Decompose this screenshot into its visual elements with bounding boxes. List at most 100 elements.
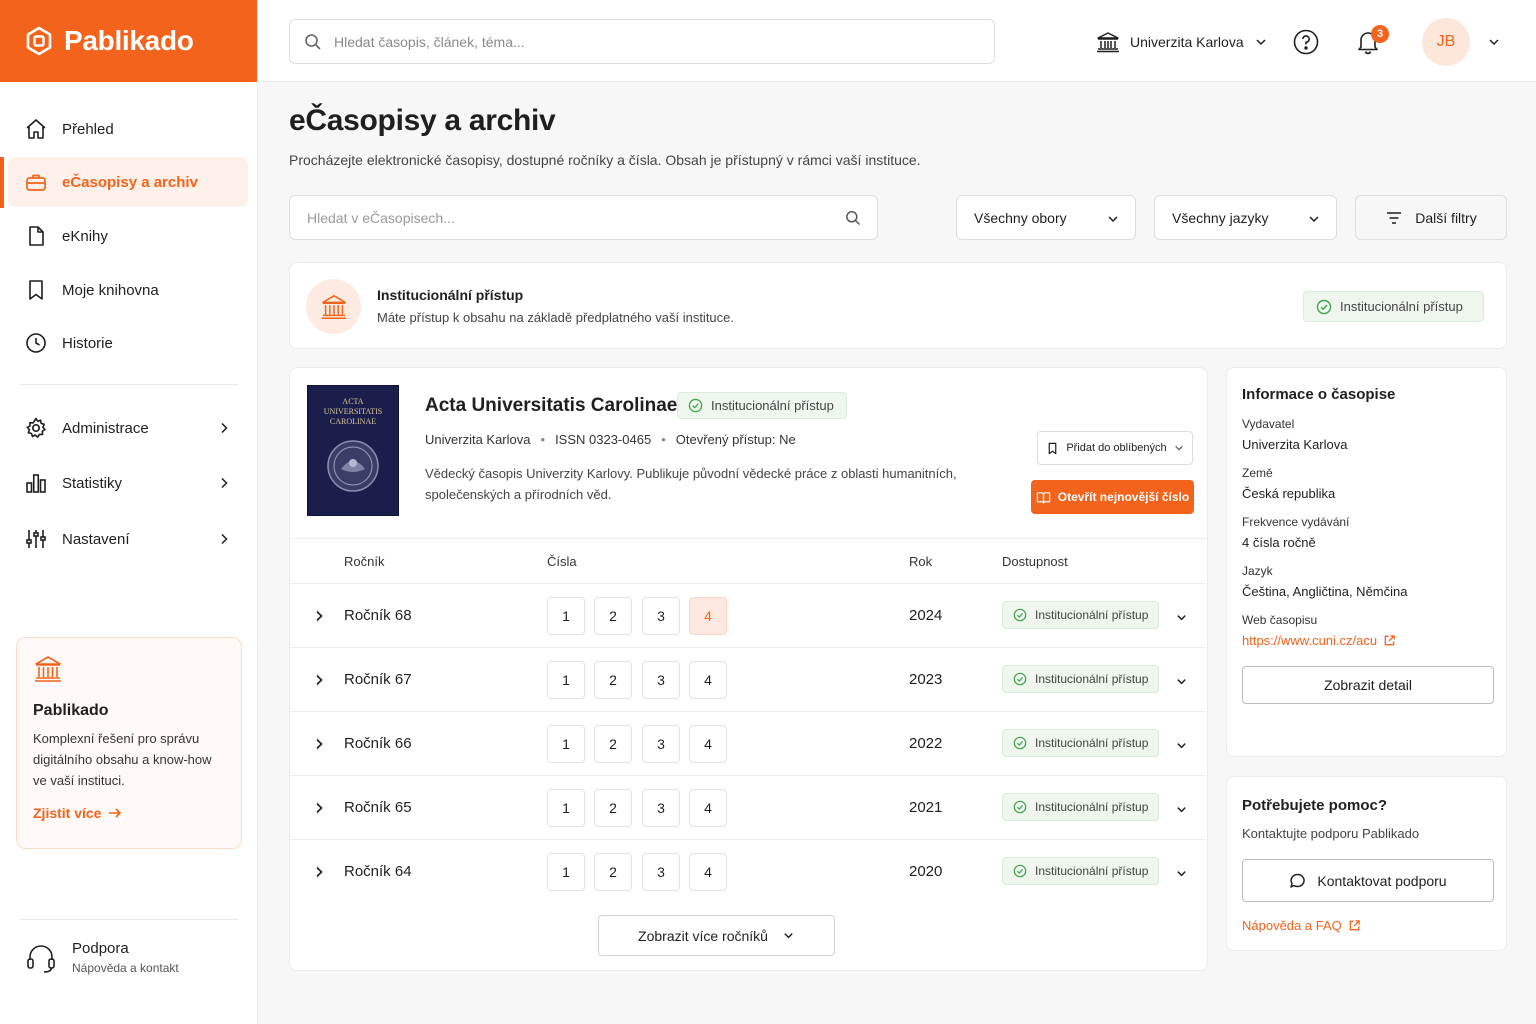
issue-button[interactable]: 2 (594, 725, 632, 763)
sidebar-item-nastaveni[interactable]: Nastavení (8, 514, 248, 564)
sidebar-item-moje-knihovna[interactable]: Moje knihovna (8, 265, 248, 315)
issue-button[interactable]: 2 (594, 597, 632, 635)
volume-access-label: Institucionální přístup (1035, 608, 1149, 622)
top-bar: Hledat časopis, článek, téma... Univerzi… (258, 0, 1536, 82)
field-filter-value: Všechny obory (974, 209, 1067, 226)
issue-button[interactable]: 4 (689, 853, 727, 891)
institution-select[interactable]: Univerzita Karlova (1096, 30, 1268, 54)
journal-title[interactable]: Acta Universitatis Carolinae (425, 395, 677, 417)
issue-button[interactable]: 3 (642, 789, 680, 827)
chevron-down-icon[interactable] (1175, 675, 1188, 688)
issue-button[interactable]: 4 (689, 789, 727, 827)
chevron-down-icon[interactable] (1175, 803, 1188, 816)
volume-access-label: Institucionální přístup (1035, 864, 1149, 878)
institution-name: Univerzita Karlova (1130, 34, 1244, 50)
journal-info-panel: Informace o časopise Vydavatel Univerzit… (1226, 367, 1507, 757)
global-search-input[interactable]: Hledat časopis, článek, téma... (289, 19, 995, 64)
sidebar-item-statistiky[interactable]: Statistiky (8, 458, 248, 508)
support-link[interactable]: Podpora Nápověda a kontakt (24, 940, 179, 975)
add-favorite-label: Přidat do oblíbených (1066, 442, 1167, 454)
sidebar-item-label: Statistiky (62, 474, 123, 492)
sidebar-item-eknihy[interactable]: eKnihy (8, 211, 248, 261)
add-favorite-button[interactable]: Přidat do oblíbených (1037, 431, 1193, 465)
volume-label: Ročník 66 (344, 735, 412, 752)
info-value: 4 čísla ročně (1242, 535, 1316, 550)
chevron-down-icon[interactable] (1175, 739, 1188, 752)
sidebar-divider (20, 384, 238, 385)
issue-button[interactable]: 3 (642, 853, 680, 891)
volume-year: 2022 (909, 735, 943, 752)
issue-button[interactable]: 2 (594, 853, 632, 891)
issue-button[interactable]: 1 (547, 661, 585, 699)
cover-line: ACTA (342, 397, 364, 406)
sidebar-item-historie[interactable]: Historie (8, 318, 248, 368)
promo-link[interactable]: Zjistit více (33, 805, 225, 821)
faq-link[interactable]: Nápověda a FAQ (1242, 918, 1491, 933)
open-book-icon (1036, 490, 1051, 505)
promo-text: Komplexní řešení pro správu digitálního … (33, 731, 212, 788)
chevron-down-icon[interactable] (1175, 611, 1188, 624)
chevron-right-icon[interactable] (312, 673, 326, 687)
volume-access-badge: Institucionální přístup (1002, 793, 1160, 821)
volume-row[interactable]: Ročník 65 1 2 3 4 2021 Institucionální přístup (290, 775, 1208, 839)
brand-header[interactable]: Pablikado (0, 0, 257, 82)
volume-row[interactable]: Ročník 68 1 2 3 4 2024 Institucionální přístup (290, 583, 1208, 647)
sidebar-item-label: Historie (62, 334, 113, 352)
sidebar-item-ecasopisy[interactable]: eČasopisy a archiv (8, 157, 248, 207)
chevron-down-icon (1254, 35, 1268, 49)
chevron-down-icon[interactable] (1487, 35, 1501, 49)
more-filters-button[interactable]: Další filtry (1355, 195, 1507, 240)
chevron-right-icon[interactable] (312, 609, 326, 623)
show-detail-button[interactable]: Zobrazit detail (1242, 666, 1494, 704)
issue-button[interactable]: 3 (642, 661, 680, 699)
issue-button[interactable]: 1 (547, 725, 585, 763)
help-panel: Potřebujete pomoc? Kontaktujte podporu P… (1226, 776, 1507, 951)
avatar[interactable]: JB (1422, 18, 1470, 66)
help-icon[interactable] (1293, 29, 1319, 55)
col-header-rok: Rok (909, 554, 933, 569)
sidebar-item-administrace[interactable]: Administrace (8, 403, 248, 453)
issue-button[interactable]: 4 (689, 725, 727, 763)
issue-button[interactable]: 2 (594, 661, 632, 699)
separator-dot: • (540, 432, 546, 447)
volume-row[interactable]: Ročník 64 1 2 3 4 2020 Institucionální přístup (290, 839, 1208, 903)
chevron-right-icon[interactable] (312, 737, 326, 751)
journal-cover[interactable]: ACTA UNIVERSITATIS CAROLINAE (307, 385, 399, 516)
issue-button[interactable]: 1 (547, 597, 585, 635)
show-more-volumes-button[interactable]: Zobrazit více ročníků (598, 915, 835, 956)
volume-row[interactable]: Ročník 66 1 2 3 4 2022 Institucionální přístup (290, 711, 1208, 775)
volume-label: Ročník 65 (344, 799, 412, 816)
issue-button[interactable]: 1 (547, 789, 585, 827)
open-latest-issue-button[interactable]: Otevřít nejnovější číslo (1031, 480, 1194, 514)
more-filters-label: Další filtry (1415, 209, 1477, 226)
issue-button[interactable]: 4 (689, 661, 727, 699)
access-title: Institucionální přístup (377, 287, 524, 303)
external-link-icon (1348, 919, 1361, 932)
chevron-right-icon[interactable] (312, 865, 326, 879)
access-text: Máte přístup k obsahu na základě předpla… (377, 310, 734, 325)
contact-support-button[interactable]: Kontaktovat podporu (1242, 859, 1494, 902)
volume-access-badge: Institucionální přístup (1002, 601, 1160, 629)
sidebar-item-label: Administrace (62, 419, 149, 437)
journal-website-link[interactable]: https://www.cuni.cz/acu (1242, 633, 1491, 648)
chevron-right-icon[interactable] (312, 801, 326, 815)
language-filter-select[interactable]: Všechny jazyky (1154, 195, 1337, 240)
chevron-down-icon[interactable] (1175, 867, 1188, 880)
contact-support-label: Kontaktovat podporu (1317, 872, 1447, 889)
volume-access-badge: Institucionální přístup (1002, 857, 1160, 885)
field-filter-select[interactable]: Všechny obory (956, 195, 1136, 240)
access-banner: Institucionální přístup Máte přístup k o… (289, 262, 1507, 349)
chat-bubble-icon (1289, 872, 1307, 890)
volume-row[interactable]: Ročník 67 1 2 3 4 2023 Institucionální přístup (290, 647, 1208, 711)
sidebar-item-label: Nastavení (62, 530, 130, 548)
col-header-dostupnost: Dostupnost (1002, 554, 1068, 569)
support-subtitle: Nápověda a kontakt (72, 961, 179, 975)
issue-button[interactable]: 2 (594, 789, 632, 827)
sidebar-item-prehled[interactable]: Přehled (8, 104, 248, 154)
issue-button[interactable]: 3 (642, 725, 680, 763)
journal-search-input[interactable]: Hledat v eČasopisech... (289, 195, 878, 240)
issue-button[interactable]: 3 (642, 597, 680, 635)
issue-button[interactable]: 1 (547, 853, 585, 891)
issue-button[interactable]: 4 (689, 597, 727, 635)
faq-link-label: Nápověda a FAQ (1242, 918, 1342, 933)
